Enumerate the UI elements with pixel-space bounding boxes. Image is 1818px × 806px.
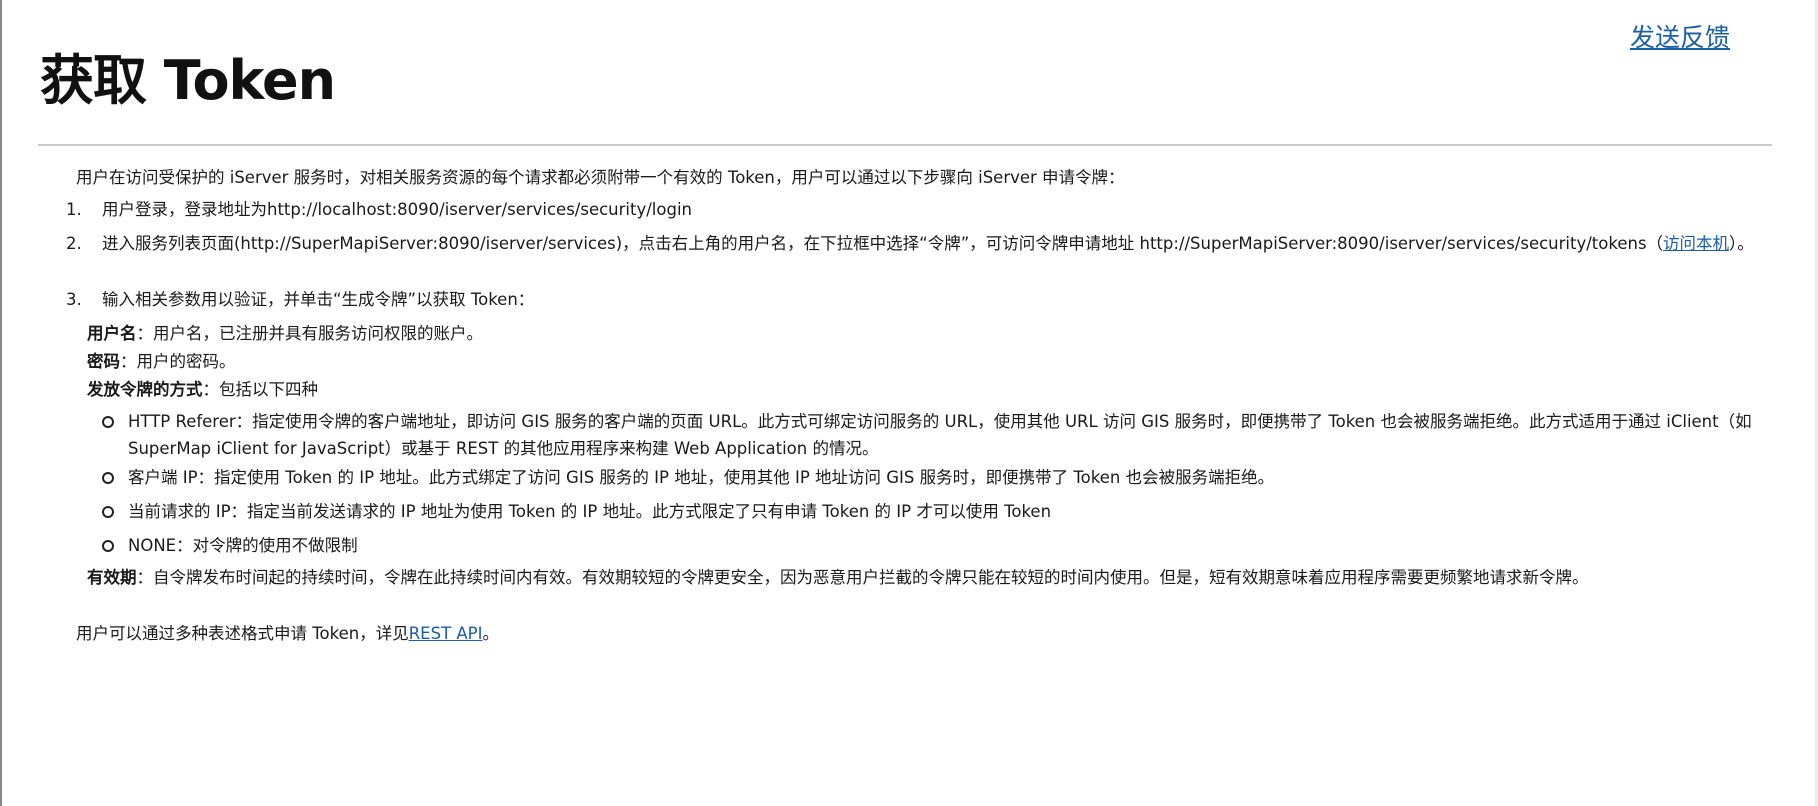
param-label: 用户名 (87, 324, 137, 343)
rest-api-link[interactable]: REST API (409, 624, 483, 643)
issue-method-item: HTTP Referer：指定使用令牌的客户端地址，即访问 GIS 服务的客户端… (102, 408, 1762, 462)
step-text: 用户登录，登录地址为http://localhost:8090/iserver/… (102, 200, 692, 219)
step-item-1: 1. 用户登录，登录地址为http://localhost:8090/iserv… (66, 196, 1766, 223)
param-label: 密码 (87, 352, 120, 371)
param-expiry: 有效期：自令牌发布时间起的持续时间，令牌在此持续时间内有效。有效期较短的令牌更安… (87, 564, 1589, 591)
param-desc: ：用户的密码。 (120, 352, 236, 371)
circle-bullet-icon (102, 540, 114, 552)
circle-bullet-icon (102, 506, 114, 518)
step-text-suffix: ）。 (1729, 234, 1754, 253)
footer-text: 用户可以通过多种表述格式申请 Token，详见 (76, 624, 409, 643)
param-username: 用户名：用户名，已注册并具有服务访问权限的账户。 (87, 320, 483, 347)
param-desc: ：包括以下四种 (202, 380, 319, 399)
step-item-2: 2. 进入服务列表页面(http://SuperMapiServer:8090/… (66, 230, 1766, 257)
issue-method-text: 当前请求的 IP：指定当前发送请求的 IP 地址为使用 Token 的 IP 地… (128, 502, 1052, 521)
visit-local-link[interactable]: 访问本机 (1663, 234, 1729, 253)
send-feedback-link[interactable]: 发送反馈 (1630, 18, 1730, 54)
window-left-border (0, 0, 2, 806)
step-number: 3. (66, 290, 82, 309)
issue-method-text: 客户端 IP：指定使用 Token 的 IP 地址。此方式绑定了访问 GIS 服… (128, 468, 1275, 487)
page-title: 获取 Token (40, 49, 336, 112)
title-divider (38, 144, 1772, 146)
issue-method-text: HTTP Referer：指定使用令牌的客户端地址，即访问 GIS 服务的客户端… (128, 412, 1752, 458)
footer-paragraph: 用户可以通过多种表述格式申请 Token，详见REST API。 (76, 620, 499, 647)
help-page: 发送反馈 获取 Token 用户在访问受保护的 iServer 服务时，对相关服… (38, 0, 1772, 806)
step-text: 进入服务列表页面(http://SuperMapiServer:8090/ise… (102, 234, 1664, 253)
issue-method-item: NONE：对令牌的使用不做限制 (102, 532, 1762, 559)
param-desc: ：用户名，已注册并具有服务访问权限的账户。 (136, 324, 484, 343)
param-desc: ：自令牌发布时间起的持续时间，令牌在此持续时间内有效。有效期较短的令牌更安全，因… (136, 568, 1589, 587)
param-password: 密码：用户的密码。 (87, 348, 236, 375)
param-label: 有效期 (87, 568, 137, 587)
param-issue-method: 发放令牌的方式：包括以下四种 (87, 376, 318, 403)
issue-method-item: 当前请求的 IP：指定当前发送请求的 IP 地址为使用 Token 的 IP 地… (102, 498, 1762, 525)
param-label: 发放令牌的方式 (87, 380, 203, 399)
circle-bullet-icon (102, 416, 114, 428)
step-text-container: 进入服务列表页面(http://SuperMapiServer:8090/ise… (102, 230, 1766, 257)
step-text: 输入相关参数用以验证，并单击“生成令牌”以获取 Token： (102, 290, 535, 309)
footer-suffix: 。 (482, 624, 500, 643)
issue-method-item: 客户端 IP：指定使用 Token 的 IP 地址。此方式绑定了访问 GIS 服… (102, 464, 1762, 491)
circle-bullet-icon (102, 472, 114, 484)
issue-method-text: NONE：对令牌的使用不做限制 (128, 536, 358, 555)
intro-paragraph: 用户在访问受保护的 iServer 服务时，对相关服务资源的每个请求都必须附带一… (76, 168, 1125, 187)
step-item-3: 3. 输入相关参数用以验证，并单击“生成令牌”以获取 Token： (66, 286, 1766, 313)
step-number: 2. (66, 234, 82, 253)
step-number: 1. (66, 200, 82, 219)
